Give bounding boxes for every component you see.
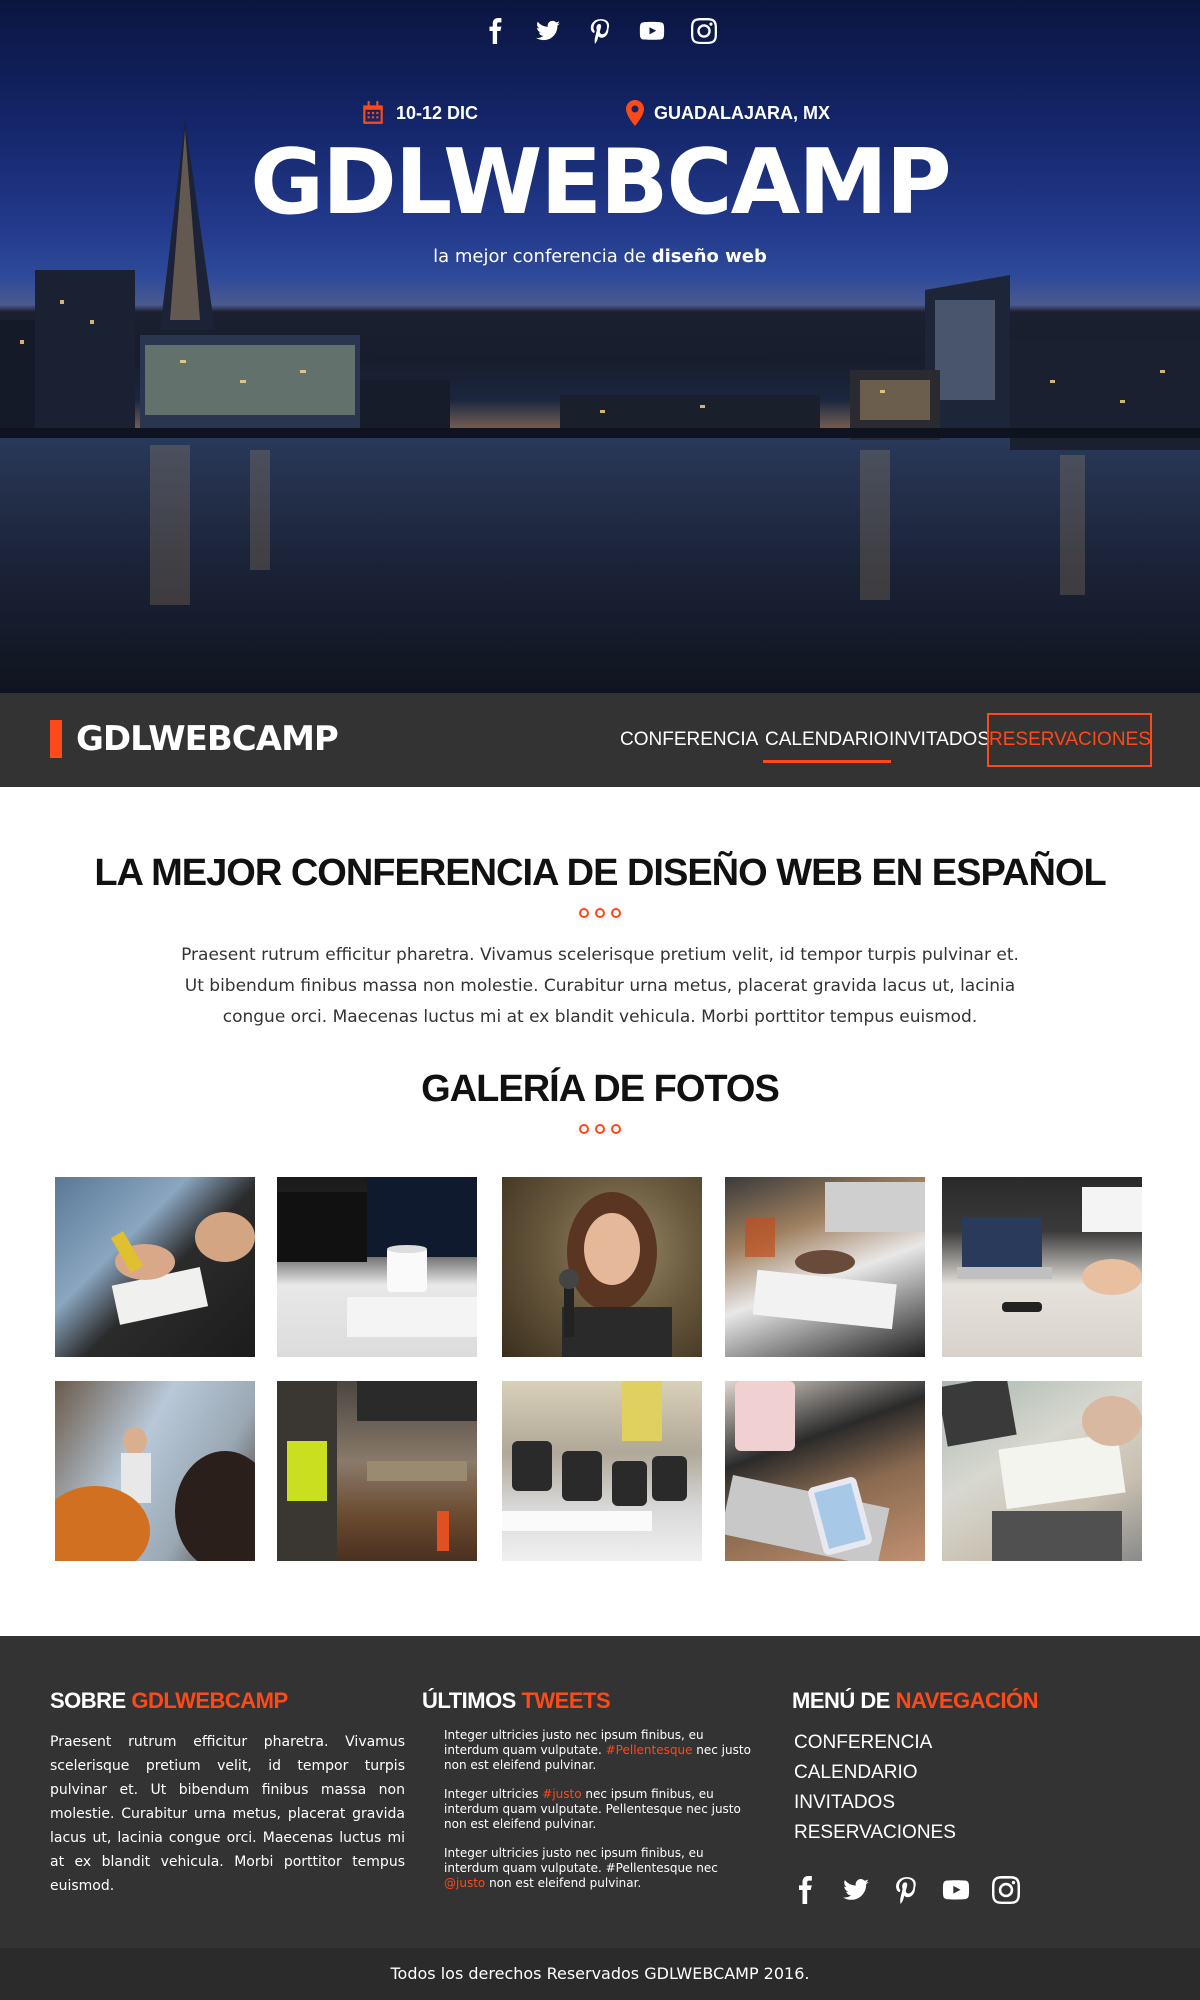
hero-title: GDLWEBCAMP bbox=[250, 130, 952, 235]
event-date: 10-12 DIC bbox=[360, 100, 478, 126]
footer-tweets: ÚLTIMOS TWEETS Integer ultricies justo n… bbox=[422, 1688, 762, 1891]
gallery-title: GALERÍA DE FOTOS bbox=[421, 1068, 780, 1110]
intro-text: Praesent rutrum efficitur pharetra. Viva… bbox=[181, 945, 1019, 1027]
photo-phone-laptop[interactable] bbox=[725, 1381, 925, 1561]
photo-notes[interactable] bbox=[942, 1381, 1142, 1561]
twitter-icon[interactable] bbox=[842, 1876, 870, 1904]
photo-writing[interactable] bbox=[55, 1177, 255, 1357]
footer-link-calendario[interactable]: CALENDARIO bbox=[794, 1758, 1152, 1788]
tweet-text: Integer ultricies bbox=[444, 1787, 543, 1801]
facebook-icon[interactable] bbox=[483, 18, 509, 44]
footer-menu-title-plain: MENÚ DE bbox=[792, 1688, 896, 1713]
map-marker-icon bbox=[626, 100, 644, 126]
photo-office[interactable] bbox=[277, 1381, 477, 1561]
nav-link-conferencia[interactable]: CONFERENCIA bbox=[620, 715, 758, 765]
intro-title: LA MEJOR CONFERENCIA DE DISEÑO WEB EN ES… bbox=[94, 852, 1106, 894]
facebook-icon[interactable] bbox=[792, 1876, 820, 1904]
footer-link-invitados[interactable]: INVITADOS bbox=[794, 1788, 1152, 1818]
tweet-text: non est eleifend pulvinar. bbox=[485, 1876, 642, 1890]
hero-slogan-bold: diseño web bbox=[651, 246, 767, 267]
pinterest-icon[interactable] bbox=[892, 1876, 920, 1904]
event-place-text: GUADALAJARA, MX bbox=[654, 102, 831, 123]
photo-speaker[interactable] bbox=[502, 1177, 702, 1357]
footer-tweets-title: ÚLTIMOS TWEETS bbox=[422, 1688, 762, 1714]
photo-desk-mug[interactable] bbox=[277, 1177, 477, 1357]
nav-link-calendario[interactable]: CALENDARIO bbox=[763, 715, 891, 765]
photo-chairs[interactable] bbox=[502, 1381, 702, 1561]
photo-laptops-meeting[interactable] bbox=[942, 1177, 1142, 1357]
footer-menu-title: MENÚ DE NAVEGACIÓN bbox=[792, 1688, 1152, 1714]
footer-social-links bbox=[792, 1876, 1152, 1904]
footer-link-reservaciones[interactable]: RESERVACIONES bbox=[794, 1818, 1152, 1848]
footer-link-conferencia[interactable]: CONFERENCIA bbox=[794, 1728, 1152, 1758]
footer-about: SOBRE GDLWEBCAMP Praesent rutrum efficit… bbox=[50, 1688, 405, 1898]
footer-tweets-title-plain: ÚLTIMOS bbox=[422, 1688, 522, 1713]
twitter-icon[interactable] bbox=[535, 18, 561, 44]
main-navbar: GDLWEBCAMP CONFERENCIA CALENDARIO INVITA… bbox=[0, 693, 1200, 787]
hero-slogan-prefix: la mejor conferencia de bbox=[433, 246, 652, 267]
tweet-text: Integer ultricies justo nec ipsum finibu… bbox=[444, 1846, 718, 1875]
youtube-icon[interactable] bbox=[942, 1876, 970, 1904]
event-date-text: 10-12 DIC bbox=[396, 102, 479, 123]
event-place: GUADALAJARA, MX bbox=[626, 100, 830, 126]
instagram-icon[interactable] bbox=[992, 1876, 1020, 1904]
tweet-item: Integer ultricies justo nec ipsum finibu… bbox=[444, 1846, 762, 1891]
footer-about-title-accent: GDLWEBCAMP bbox=[131, 1688, 288, 1713]
site-footer: SOBRE GDLWEBCAMP Praesent rutrum efficit… bbox=[0, 1636, 1200, 1948]
instagram-icon[interactable] bbox=[691, 18, 717, 44]
hero-social-links bbox=[0, 18, 1200, 44]
hero-background-image bbox=[0, 120, 1200, 693]
footer-navigation: MENÚ DE NAVEGACIÓN CONFERENCIA CALENDARI… bbox=[792, 1688, 1152, 1904]
hero-slogan: la mejor conferencia de diseño web bbox=[0, 246, 1200, 267]
tweet-item: Integer ultricies justo nec ipsum finibu… bbox=[444, 1728, 762, 1773]
nav-links: CONFERENCIA CALENDARIO INVITADOS RESERVA… bbox=[0, 713, 1200, 767]
gallery-divider-dots bbox=[0, 1124, 1200, 1134]
copyright-bar: Todos los derechos Reservados GDLWEBCAMP… bbox=[0, 1948, 1200, 2000]
hero-section: 10-12 DIC GUADALAJARA, MX GDLWEBCAMP la … bbox=[0, 0, 1200, 693]
footer-about-title: SOBRE GDLWEBCAMP bbox=[50, 1688, 405, 1714]
pinterest-icon[interactable] bbox=[587, 18, 613, 44]
tweet-hashtag-link[interactable]: #Pellentesque bbox=[606, 1743, 693, 1757]
nav-link-reservaciones-button[interactable]: RESERVACIONES bbox=[987, 713, 1152, 767]
tweet-item: Integer ultricies #justo nec ipsum finib… bbox=[444, 1787, 762, 1832]
photo-presentation[interactable] bbox=[55, 1381, 255, 1561]
nav-link-invitados[interactable]: INVITADOS bbox=[889, 715, 990, 765]
tweet-hashtag-link[interactable]: #justo bbox=[542, 1787, 581, 1801]
footer-menu-title-accent: NAVEGACIÓN bbox=[895, 1688, 1039, 1713]
footer-menu: CONFERENCIA CALENDARIO INVITADOS RESERVA… bbox=[792, 1728, 1152, 1848]
photo-laptop-table[interactable] bbox=[725, 1177, 925, 1357]
footer-about-text: Praesent rutrum efficitur pharetra. Viva… bbox=[50, 1734, 405, 1894]
footer-tweets-title-accent: TWEETS bbox=[521, 1688, 611, 1713]
youtube-icon[interactable] bbox=[639, 18, 665, 44]
tweet-mention-link[interactable]: @justo bbox=[444, 1876, 485, 1890]
calendar-icon bbox=[363, 101, 383, 124]
footer-about-title-plain: SOBRE bbox=[50, 1688, 132, 1713]
intro-divider-dots bbox=[0, 908, 1200, 918]
